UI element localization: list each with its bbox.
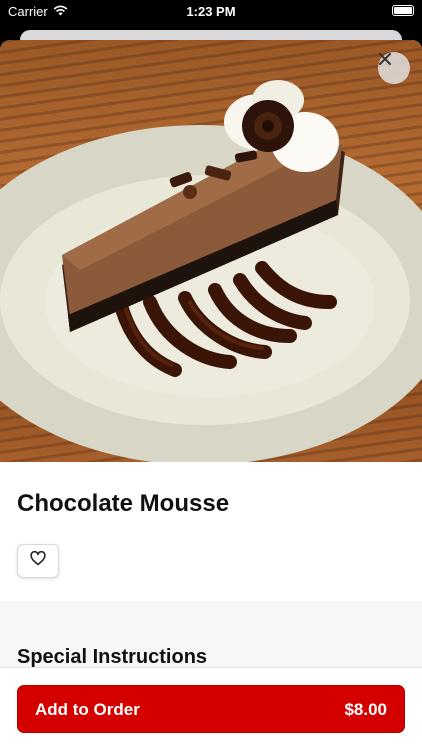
favorite-button[interactable] [17, 544, 59, 578]
item-photo [0, 40, 422, 462]
heart-icon [30, 550, 46, 571]
item-title: Chocolate Mousse [17, 490, 230, 517]
status-time: 1:23 PM [186, 4, 236, 19]
battery-icon [392, 5, 414, 16]
order-footer: Add to Order $8.00 [0, 667, 422, 750]
item-price: $8.00 [344, 700, 387, 719]
chocolate-mousse-photo [0, 80, 422, 462]
add-to-order-button[interactable]: Add to Order $8.00 [17, 685, 405, 733]
special-instructions-heading: Special Instructions [17, 646, 208, 668]
close-button[interactable] [378, 52, 410, 84]
item-detail-sheet: Chocolate Mousse Special Instructions Ad… [0, 40, 422, 750]
add-to-order-label: Add to Order [35, 700, 140, 719]
status-bar: Carrier 1:23 PM [0, 0, 422, 26]
